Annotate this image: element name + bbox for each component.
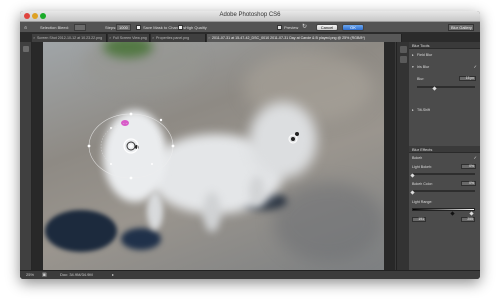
field-blur-label[interactable]: Field Blur	[417, 53, 432, 57]
title-bar: Adobe Photoshop CS6	[20, 11, 480, 22]
light-bokeh-input[interactable]: 0%	[461, 164, 476, 169]
selection-bleed-label: Selection Bleed:	[40, 25, 69, 30]
tab-active-document[interactable]: × 2011-07-31 at 15-47-42_DSC_0010 2011-0…	[207, 34, 402, 42]
bokeh-color-knob[interactable]	[410, 190, 415, 195]
tilt-shift-label[interactable]: Tilt-Shift	[417, 108, 430, 112]
workspace-select[interactable]: Blur Gallery	[448, 24, 474, 31]
tab-label: Screen Shot 2012-10-12 at 10.23.22.png	[37, 36, 103, 40]
zoom-level[interactable]: 25%	[26, 271, 34, 279]
blur-amount-input[interactable]: 15 px	[459, 76, 476, 81]
blur-effects-header[interactable]: Blur Effects	[409, 146, 480, 153]
tab-screen-shot[interactable]: × Screen Shot 2012-10-12 at 10.23.22.png	[32, 34, 107, 42]
high-quality-checkbox[interactable]	[178, 25, 183, 30]
tab-properties-panel[interactable]: × Properties panel.png	[151, 34, 206, 42]
light-bokeh-label: Light Bokeh:	[412, 165, 432, 169]
document-size: Doc: 34.9M/34.9M	[60, 272, 93, 277]
steps-label: Steps:	[105, 25, 117, 30]
light-range-high-knob[interactable]	[469, 211, 474, 216]
light-range-high-input[interactable]: 255	[461, 217, 475, 222]
arrow-icon[interactable]: ▸	[112, 271, 114, 279]
preview-checkbox[interactable]	[277, 25, 282, 30]
blur-panels: Blur Tools ▸ Field Blur ▾ Iris Blur ✓ Bl…	[409, 42, 480, 270]
close-tab-icon[interactable]: ×	[33, 34, 35, 42]
document-tabs: × Screen Shot 2012-10-12 at 10.23.22.png…	[20, 33, 480, 42]
light-range-low-knob[interactable]	[450, 211, 455, 216]
blur-slider-knob[interactable]	[432, 86, 437, 91]
tools-strip	[20, 42, 32, 270]
tab-full-screen-view[interactable]: × Full Screen View.png	[108, 34, 150, 42]
light-bokeh-slider[interactable]	[412, 173, 475, 175]
iris-blur-overlay[interactable]	[43, 42, 384, 270]
options-bar: ⊙ Selection Bleed: Steps: 1000 Save Mask…	[20, 22, 480, 33]
bokeh-color-slider[interactable]	[412, 190, 475, 192]
blur-tools-header[interactable]: Blur Tools	[409, 42, 480, 49]
blur-amount-slider[interactable]	[417, 86, 475, 88]
tab-label: Properties panel.png	[156, 36, 190, 40]
save-mask-checkbox[interactable]	[136, 25, 141, 30]
pin-icon[interactable]: ⊙	[24, 25, 27, 30]
bokeh-label: Bokeh	[412, 156, 423, 160]
steps-input[interactable]: 1000	[116, 24, 131, 31]
preview-label: Preview	[284, 25, 299, 30]
selection-bleed-input[interactable]	[74, 24, 86, 31]
close-tab-icon[interactable]: ×	[109, 34, 111, 42]
panel-toggle-icon[interactable]	[400, 56, 407, 63]
rotate-icon[interactable]: ↻	[302, 23, 307, 30]
ok-button[interactable]: OK	[342, 24, 364, 31]
close-tab-icon[interactable]: ×	[208, 34, 210, 42]
canvas-area[interactable]	[32, 42, 395, 270]
bokeh-color-input[interactable]: 0%	[461, 181, 476, 186]
iris-blur-checkbox[interactable]: ✓	[474, 64, 477, 69]
chevron-icon[interactable]: ▸	[412, 53, 414, 57]
light-range-label: Light Range:	[412, 200, 433, 204]
close-tab-icon[interactable]: ×	[152, 34, 154, 42]
panel-toggle-icon[interactable]	[400, 46, 407, 53]
tab-label: 2011-07-31 at 15-47-42_DSC_0010 2011-07-…	[212, 36, 365, 40]
high-quality-label: High Quality	[185, 25, 207, 30]
light-bokeh-knob[interactable]	[410, 173, 415, 178]
photo-canvas[interactable]	[43, 42, 384, 270]
chevron-icon[interactable]: ▾	[412, 65, 414, 69]
bokeh-color-label: Bokeh Color:	[412, 182, 433, 186]
status-bar: 25% ▣ Doc: 34.9M/34.9M ▸	[20, 270, 480, 279]
document-icon: ▣	[42, 272, 47, 278]
tab-label: Full Screen View.png	[113, 36, 147, 40]
chevron-icon[interactable]: ▸	[412, 108, 414, 112]
photoshop-window: Adobe Photoshop CS6 ⊙ Selection Bleed: S…	[20, 11, 480, 279]
cancel-button[interactable]: Cancel	[316, 24, 338, 31]
blur-amount-label: Blur:	[417, 77, 425, 81]
collapse-tools-icon[interactable]	[23, 46, 29, 52]
iris-blur-label[interactable]: Iris Blur	[417, 65, 429, 69]
bokeh-checkbox[interactable]: ✓	[474, 155, 477, 160]
panel-dock-icons	[396, 42, 409, 270]
window-title: Adobe Photoshop CS6	[219, 12, 281, 18]
light-range-gradient	[412, 208, 475, 211]
light-range-low-input[interactable]: 191	[412, 217, 426, 222]
